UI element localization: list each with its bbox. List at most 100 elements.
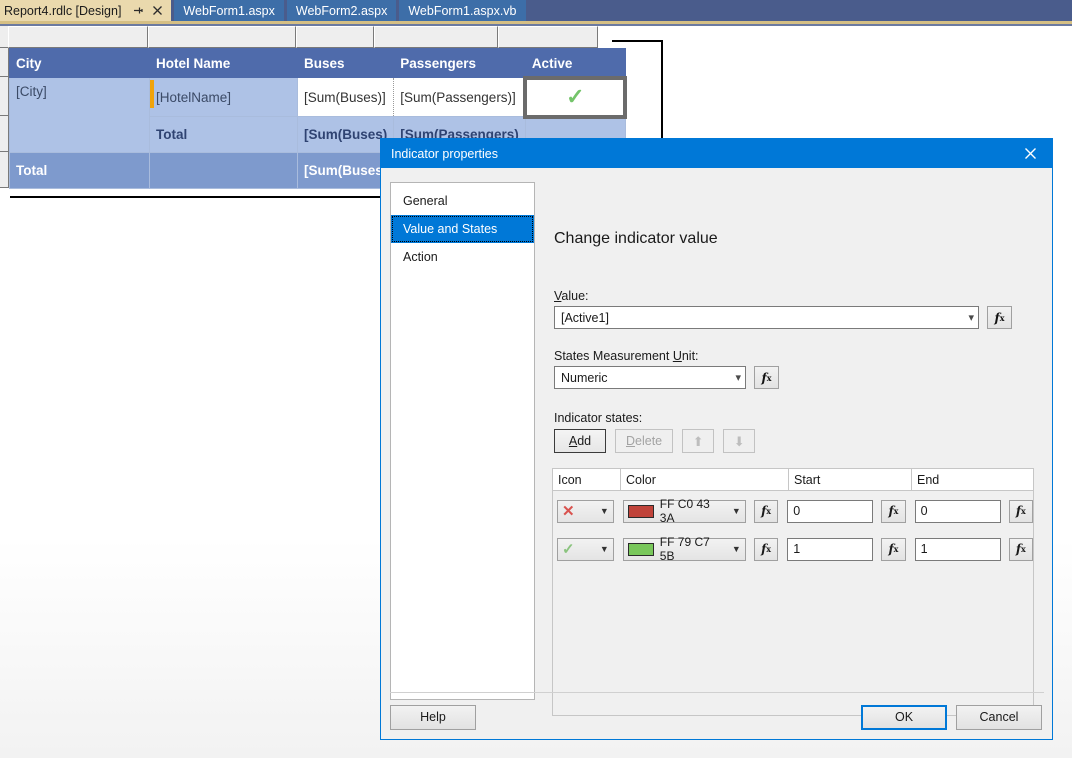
delete-rest: elete xyxy=(635,434,663,448)
dialog-title-bar[interactable]: Indicator properties xyxy=(381,139,1052,168)
cell-city-value[interactable]: [City] xyxy=(9,77,150,153)
color-value-text: FF C0 43 3A xyxy=(659,497,710,525)
chevron-down-icon: ▼ xyxy=(731,506,741,516)
arrow-up-icon: ⬆ xyxy=(692,433,704,449)
cell-grand-total-hotel[interactable] xyxy=(149,152,298,189)
row-handle-group-total[interactable] xyxy=(0,116,9,152)
indicator-states-grid[interactable]: Icon Color Start End ✕ ▼ FF C0 43 3A ▼ f… xyxy=(552,468,1034,716)
unit-expression-button[interactable]: fx xyxy=(754,366,779,389)
tab-label: WebForm2.aspx xyxy=(295,3,388,18)
dialog-title: Indicator properties xyxy=(391,146,499,161)
indicator-states-toolbar: Add Delete ⬆ ⬇ xyxy=(554,429,1044,453)
dialog-content-pane: Change indicator value Value: [Active1] … xyxy=(544,182,1044,722)
dialog-body: General Value and States Action Change i… xyxy=(381,168,1052,741)
value-label-rest: alue: xyxy=(561,289,589,303)
row-handle-grand-total[interactable] xyxy=(0,152,9,188)
states-measurement-unit-combobox[interactable]: Numeric ▾ xyxy=(554,366,746,389)
chevron-down-icon: ▼ xyxy=(599,544,609,554)
header-cell-passengers[interactable]: Passengers xyxy=(393,48,526,78)
selection-marker xyxy=(150,80,154,108)
cell-hotelname-value[interactable]: [HotelName] xyxy=(149,77,298,117)
table-row: [City] [HotelName] [Sum(Buses)] [Sum(Pas… xyxy=(9,75,628,153)
table-row: ✓ ▼ FF 79 C7 5B ▼ fx 1 fx 1 fx xyxy=(553,534,1034,564)
tab-webform1-aspx-vb[interactable]: WebForm1.aspx.vb xyxy=(399,0,526,21)
close-icon[interactable] xyxy=(148,5,167,16)
state-color-combobox-1[interactable]: FF C0 43 3A ▼ xyxy=(622,497,746,525)
header-cell-active[interactable]: Active xyxy=(524,48,626,78)
page-title: Change indicator value xyxy=(554,230,718,247)
row-handle-detail[interactable] xyxy=(0,77,9,116)
move-up-button[interactable]: ⬆ xyxy=(682,429,715,453)
unit-combobox-text: Numeric xyxy=(561,370,608,385)
value-combobox-text: [Active1] xyxy=(561,310,609,325)
grid-header-end: End xyxy=(917,473,940,487)
tab-webform2-aspx[interactable]: WebForm2.aspx xyxy=(286,0,397,21)
check-icon: ✓ xyxy=(566,84,585,109)
column-handle-active[interactable] xyxy=(498,26,598,48)
value-combobox[interactable]: [Active1] ▾ xyxy=(554,306,979,329)
check-icon: ✓ xyxy=(562,540,575,558)
column-handle-hotel-name[interactable] xyxy=(148,26,296,48)
close-icon[interactable] xyxy=(1008,139,1052,168)
color-expression-button-1[interactable]: fx xyxy=(753,499,779,523)
grid-header-start: Start xyxy=(789,469,912,491)
row-handle-header[interactable] xyxy=(0,48,9,77)
chevron-down-icon: ▼ xyxy=(731,544,741,554)
tablix-row-handles[interactable] xyxy=(0,48,9,188)
state-end-input-1[interactable]: 0 xyxy=(914,499,1001,523)
arrow-down-icon: ⬇ xyxy=(733,433,745,449)
column-handle-passengers[interactable] xyxy=(374,26,498,48)
dialog-footer: Help OK Cancel xyxy=(381,693,1052,741)
nav-item-value-and-states[interactable]: Value and States xyxy=(391,215,534,243)
delete-button[interactable]: Delete xyxy=(615,429,674,453)
state-start-input-1[interactable]: 0 xyxy=(787,499,874,523)
column-handle-buses[interactable] xyxy=(296,26,374,48)
nav-item-action[interactable]: Action xyxy=(391,243,534,271)
indicator-properties-dialog: Indicator properties General Value and S… xyxy=(380,138,1053,740)
nav-item-general[interactable]: General xyxy=(391,187,534,215)
grid-header-icon: Icon xyxy=(553,469,621,491)
unit-label-pre: States Measurement xyxy=(554,349,673,363)
move-down-button[interactable]: ⬇ xyxy=(723,429,756,453)
tab-label: Report4.rdlc [Design] xyxy=(4,3,122,18)
tablix-column-handles[interactable] xyxy=(8,26,612,48)
state-icon-combobox-2[interactable]: ✓ ▼ xyxy=(557,537,614,561)
column-handle-city[interactable] xyxy=(8,26,148,48)
add-button[interactable]: Add xyxy=(554,429,606,453)
end-expression-button-2[interactable]: fx xyxy=(1008,537,1034,561)
value-field-label: Value: xyxy=(554,289,1044,303)
cell-active-indicator[interactable]: ✓ xyxy=(523,75,628,119)
state-color-combobox-2[interactable]: FF 79 C7 5B ▼ xyxy=(622,535,746,563)
color-expression-button-2[interactable]: fx xyxy=(753,537,779,561)
cell-group-total-label[interactable]: Total xyxy=(149,116,298,153)
chevron-down-icon: ▾ xyxy=(968,312,974,324)
cancel-button[interactable]: Cancel xyxy=(956,704,1042,730)
color-swatch xyxy=(627,504,654,518)
state-start-input-2[interactable]: 1 xyxy=(787,537,874,561)
tab-webform1-aspx[interactable]: WebForm1.aspx xyxy=(174,0,284,21)
value-expression-button[interactable]: fx xyxy=(987,306,1012,329)
header-cell-city[interactable]: City xyxy=(9,48,150,78)
state-icon-combobox-1[interactable]: ✕ ▼ xyxy=(557,499,614,523)
help-button[interactable]: Help xyxy=(390,704,476,730)
chevron-down-icon: ▾ xyxy=(735,372,741,384)
grid-header-color: Color xyxy=(621,469,789,491)
cell-sum-passengers[interactable]: [Sum(Passengers)] xyxy=(393,77,526,117)
end-expression-button-1[interactable]: fx xyxy=(1008,499,1034,523)
table-header-row: City Hotel Name Buses Passengers Active xyxy=(9,48,626,78)
cell-sum-buses[interactable]: [Sum(Buses)] xyxy=(296,77,395,117)
header-cell-hotel-name[interactable]: Hotel Name xyxy=(149,48,298,78)
add-rest: dd xyxy=(577,434,592,448)
color-value-text: FF 79 C7 5B xyxy=(659,535,710,563)
value-row: [Active1] ▾ fx xyxy=(554,306,1044,329)
cell-grand-total-label[interactable]: Total xyxy=(9,152,150,189)
pin-icon[interactable] xyxy=(129,5,148,16)
ok-button[interactable]: OK xyxy=(861,704,947,730)
header-cell-buses[interactable]: Buses xyxy=(296,48,395,78)
dialog-nav-list[interactable]: General Value and States Action xyxy=(390,182,535,700)
start-expression-button-1[interactable]: fx xyxy=(881,499,906,523)
state-end-input-2[interactable]: 1 xyxy=(914,537,1001,561)
tab-label: WebForm1.aspx xyxy=(183,3,275,18)
start-expression-button-2[interactable]: fx xyxy=(881,537,906,561)
tab-report4-rdlc-design[interactable]: Report4.rdlc [Design] xyxy=(0,0,172,21)
